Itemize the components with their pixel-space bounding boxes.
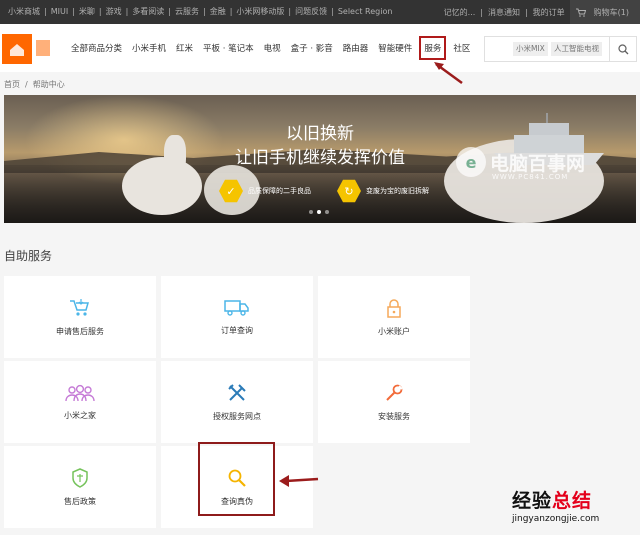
- search-hot-tag[interactable]: 小米MIX: [513, 42, 548, 56]
- service-installation[interactable]: 安装服务: [318, 361, 470, 443]
- search-button[interactable]: [609, 36, 637, 62]
- my-orders-link[interactable]: 我的订单: [528, 7, 570, 18]
- shield-check-icon: ✓: [219, 179, 243, 203]
- brand-url: jingyanzongjie.com: [512, 514, 600, 524]
- policy-icon: [72, 467, 88, 488]
- service-authorized-outlets[interactable]: 授权服务网点: [161, 361, 313, 443]
- top-bar: 小米商城 | MIUI | 米聊 | 游戏 | 多看阅读 | 云服务 | 金融 | 小米网移动…: [0, 0, 640, 24]
- cart-label: 购物车(1): [593, 7, 629, 17]
- topbar-link[interactable]: 游戏: [102, 0, 126, 24]
- search-hot-tag[interactable]: 人工智能电视: [551, 42, 602, 56]
- service-label: 申请售后服务: [56, 326, 104, 336]
- carousel-dot[interactable]: [317, 210, 321, 214]
- lock-icon: [387, 298, 401, 318]
- breadcrumb-separator: /: [25, 79, 28, 89]
- breadcrumb: 首页 / 帮助中心: [4, 76, 65, 92]
- service-label: 小米账户: [378, 326, 410, 336]
- service-label: 售后政策: [64, 496, 96, 506]
- nav-tablet-laptop[interactable]: 平板 · 笔记本: [198, 42, 259, 54]
- notifications-link[interactable]: 消息通知: [483, 7, 525, 18]
- search-input[interactable]: 小米MIX 人工智能电视: [484, 36, 610, 62]
- nav-all-categories[interactable]: 全部商品分类: [66, 42, 127, 54]
- carousel-dot[interactable]: [309, 210, 313, 214]
- trade-in-banner[interactable]: 以旧换新 让旧手机继续发挥价值 ✓ 品质保障的二手良品 ↻ 变废为宝的废旧拆解 …: [4, 95, 636, 223]
- banner-badge-label: 品质保障的二手良品: [248, 187, 311, 195]
- breadcrumb-home[interactable]: 首页: [4, 79, 20, 90]
- annotation-arrow: [279, 475, 319, 487]
- top-bar-left: 小米商城 | MIUI | 米聊 | 游戏 | 多看阅读 | 云服务 | 金融 | 小米网移动…: [4, 0, 396, 24]
- watermark: e 电脑百事网 WWW.PC841.COM: [456, 147, 586, 181]
- watermark-url: WWW.PC841.COM: [492, 173, 569, 181]
- banner-badge-recycle: ↻ 变废为宝的废旧拆解: [337, 179, 429, 203]
- cart-button[interactable]: 购物车(1): [569, 0, 640, 24]
- nav-box-av[interactable]: 盒子 · 影音: [286, 42, 338, 54]
- site-watermark-brand: 经验总结 jingyanzongjie.com: [512, 486, 599, 524]
- brand-title-red: 总结: [552, 490, 593, 512]
- mi-logo[interactable]: [2, 34, 32, 64]
- logo-fade: [36, 40, 50, 56]
- search-icon: [617, 43, 628, 54]
- truck-icon: [224, 299, 249, 316]
- watermark-logo-icon: e: [456, 147, 486, 177]
- service-mi-home[interactable]: 小米之家: [4, 361, 156, 443]
- banner-title-line1: 以旧换新: [286, 124, 354, 144]
- service-label: 安装服务: [378, 411, 410, 421]
- banner-badge-quality: ✓ 品质保障的二手良品: [219, 179, 311, 203]
- topbar-link[interactable]: 米聊: [75, 0, 99, 24]
- main-nav: 全部商品分类 小米手机 红米 平板 · 笔记本 电视 盒子 · 影音 路由器 智…: [66, 24, 475, 72]
- people-icon: [65, 384, 95, 401]
- annotation-highlight-box: [198, 442, 275, 516]
- cart-icon: [575, 8, 586, 17]
- carousel-dots: [309, 210, 329, 214]
- nav-community[interactable]: 社区: [448, 42, 475, 54]
- tools-icon: [228, 383, 246, 401]
- select-region-link[interactable]: Select Region: [334, 0, 397, 24]
- topbar-link[interactable]: 小米商城: [4, 0, 44, 24]
- banner-badge-label: 变废为宝的废旧拆解: [366, 187, 429, 195]
- top-bar-right: 记忆的... | 消息通知 | 我的订单 购物车(1): [439, 0, 640, 24]
- nav-xiaomi-phone[interactable]: 小米手机: [127, 42, 171, 54]
- service-order-query[interactable]: 订单查询: [161, 276, 313, 358]
- nav-smart-hardware[interactable]: 智能硬件: [373, 42, 417, 54]
- topbar-link[interactable]: MIUI: [47, 0, 72, 24]
- nav-router[interactable]: 路由器: [338, 42, 374, 54]
- service-after-sales[interactable]: 申请售后服务: [4, 276, 156, 358]
- topbar-link[interactable]: 问题反馈: [291, 0, 331, 24]
- topbar-link[interactable]: 小米网移动版: [232, 0, 288, 24]
- cart-icon: [70, 298, 89, 316]
- service-label: 订单查询: [221, 325, 253, 335]
- carousel-dot[interactable]: [325, 210, 329, 214]
- topbar-link[interactable]: 多看阅读: [128, 0, 168, 24]
- service-label: 授权服务网点: [213, 411, 261, 421]
- breadcrumb-current: 帮助中心: [32, 79, 65, 89]
- topbar-link[interactable]: 金融: [206, 0, 230, 24]
- home-icon: [10, 44, 24, 56]
- site-header: 全部商品分类 小米手机 红米 平板 · 笔记本 电视 盒子 · 影音 路由器 智…: [0, 24, 640, 72]
- recycle-icon: ↻: [337, 179, 361, 203]
- nav-redmi[interactable]: 红米: [171, 42, 198, 54]
- user-menu[interactable]: 记忆的...: [439, 7, 481, 18]
- service-mi-account[interactable]: 小米账户: [318, 276, 470, 358]
- annotation-arrow: [434, 62, 463, 85]
- section-title: 自助服务: [4, 249, 53, 263]
- service-after-sales-policy[interactable]: 售后政策: [4, 446, 156, 528]
- nav-tv[interactable]: 电视: [259, 42, 286, 54]
- service-label: 小米之家: [64, 410, 96, 420]
- wrench-icon: [386, 384, 403, 401]
- watermark-text: 电脑百事网: [490, 152, 586, 175]
- nav-service[interactable]: 服务: [419, 36, 447, 60]
- topbar-link[interactable]: 云服务: [171, 0, 203, 24]
- brand-title-black: 经验: [512, 490, 553, 512]
